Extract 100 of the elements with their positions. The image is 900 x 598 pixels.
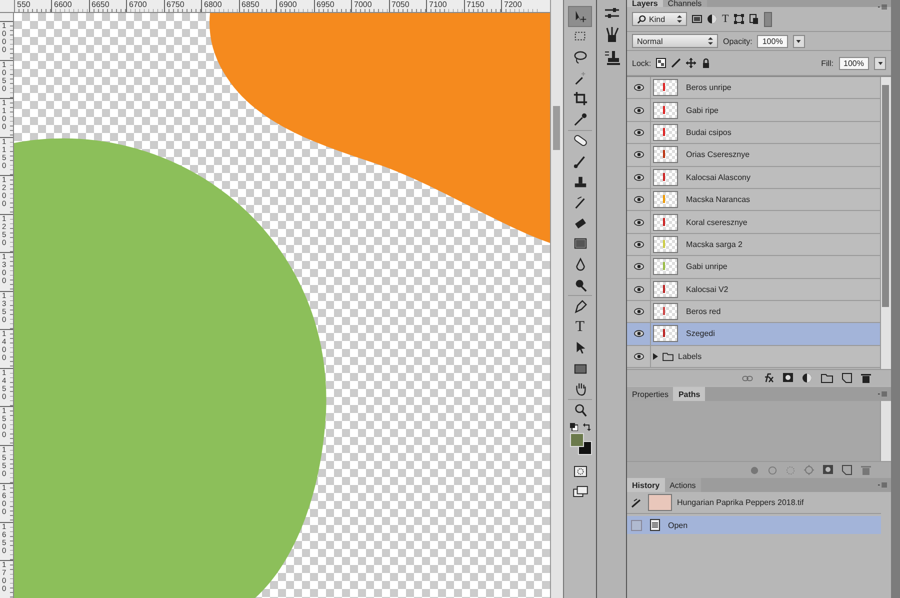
tool-button[interactable]: T: [568, 316, 592, 338]
fill-field[interactable]: 100%: [838, 56, 869, 70]
scrollbar-thumb[interactable]: [553, 106, 560, 150]
scrollbar[interactable]: [880, 401, 891, 461]
ruler-label: 6950: [314, 0, 351, 12]
color-swatches-icon[interactable]: [570, 432, 592, 455]
sliders-icon[interactable]: [604, 6, 620, 20]
eye-icon[interactable]: [634, 286, 644, 293]
layer-row[interactable]: Labels: [627, 346, 880, 368]
panel-tab[interactable]: Layers: [627, 0, 663, 7]
scrollbar[interactable]: [550, 0, 563, 598]
history-state[interactable]: Open: [627, 516, 881, 534]
eye-icon[interactable]: [634, 106, 644, 114]
blend-mode-dropdown[interactable]: Normal: [632, 34, 718, 48]
scrollbar[interactable]: [880, 77, 891, 369]
layer-row[interactable]: Beros red: [627, 300, 880, 324]
layer-row[interactable]: Kalocsai Alascony: [627, 166, 880, 189]
eye-icon[interactable]: [634, 352, 644, 360]
layer-row[interactable]: Beros unripe: [627, 77, 880, 100]
brush-icon[interactable]: [671, 58, 682, 68]
panel-tab[interactable]: Actions: [664, 478, 701, 492]
history-brush-icon: [572, 195, 588, 210]
default-colors-icon[interactable]: [570, 422, 578, 431]
crop-icon: [572, 91, 588, 106]
panel-menu-icon[interactable]: [878, 4, 887, 10]
ruler-label: 550: [15, 0, 51, 12]
layer-row[interactable]: Macska Narancas: [627, 188, 880, 212]
layer-row[interactable]: Gabi unripe: [627, 256, 880, 279]
ruler-label: 6900: [276, 0, 314, 12]
lock-label: Lock:: [632, 58, 652, 68]
scrollbar-thumb[interactable]: [882, 85, 889, 307]
ruler-label: 7000: [351, 0, 388, 12]
right-triangle-icon[interactable]: [653, 352, 658, 360]
link-icon[interactable]: [742, 374, 753, 382]
quick-mask-icon[interactable]: [574, 466, 586, 477]
opacity-label: Opacity:: [723, 36, 752, 46]
thumbnail: [648, 494, 672, 511]
eye-icon[interactable]: [634, 263, 644, 270]
eye-icon[interactable]: [634, 84, 644, 92]
move-arrows-icon[interactable]: [686, 58, 696, 68]
mask-icon[interactable]: [783, 373, 793, 383]
layer-row[interactable]: Gabi ripe: [627, 99, 880, 122]
new-path-icon[interactable]: [842, 465, 852, 475]
panel-tab[interactable]: History: [627, 478, 665, 492]
eye-icon[interactable]: [634, 218, 644, 226]
padlock-icon[interactable]: [701, 58, 712, 68]
swap-arrow-icon[interactable]: [583, 422, 591, 431]
image-icon[interactable]: [692, 14, 702, 24]
eye-icon[interactable]: [634, 174, 644, 181]
smart-object-icon[interactable]: [748, 14, 759, 24]
transform-icon[interactable]: [734, 14, 744, 24]
layer-row[interactable]: Macska sarga 2: [627, 234, 880, 256]
eye-icon[interactable]: [634, 196, 644, 204]
fill-menu-button[interactable]: [874, 56, 886, 70]
checker-lock-icon[interactable]: [656, 58, 666, 68]
layer-thumbnail: [653, 325, 678, 342]
eye-icon[interactable]: [634, 151, 644, 158]
eye-icon[interactable]: [634, 128, 644, 136]
filter-toggle[interactable]: [764, 12, 772, 26]
ruler-label: 7200: [501, 0, 538, 12]
layer-row[interactable]: Orias Cseresznye: [627, 144, 880, 167]
screen-mode-icon[interactable]: [572, 486, 588, 498]
layer-name: Orias Cseresznye: [686, 150, 750, 160]
opacity-menu-button[interactable]: [792, 34, 805, 48]
layer-thumbnail: [653, 214, 678, 231]
layer-row[interactable]: Budai csipos: [627, 122, 880, 144]
fx-icon[interactable]: [762, 373, 774, 383]
new-layer-icon[interactable]: [842, 373, 852, 383]
eye-icon[interactable]: [634, 308, 644, 316]
panel-menu-icon[interactable]: [878, 391, 887, 397]
brushes-cup-icon[interactable]: [604, 27, 620, 43]
layer-name: Koral cseresznye: [686, 218, 748, 227]
panel-tab[interactable]: Channels: [662, 0, 707, 7]
mask-icon[interactable]: [823, 465, 833, 475]
stamp-list-icon[interactable]: [604, 50, 620, 66]
type-filter-icon[interactable]: T: [722, 14, 729, 24]
filter-dropdown[interactable]: Kind: [632, 12, 687, 26]
folder-icon[interactable]: [821, 373, 833, 383]
half-circle-icon[interactable]: [802, 373, 812, 383]
dotted-circle-icon[interactable]: [786, 466, 795, 474]
eye-icon[interactable]: [634, 240, 644, 248]
layer-thumbnail: [653, 191, 678, 208]
history-state-label: Open: [668, 520, 688, 530]
layer-thumbnail: [653, 280, 678, 298]
half-circle-icon[interactable]: [707, 14, 717, 24]
layer-thumbnail: [653, 79, 678, 96]
layer-row[interactable]: Koral cseresznye: [627, 211, 880, 234]
history-brush-icon[interactable]: [631, 498, 643, 508]
snapshot-name[interactable]: Hungarian Paprika Peppers 2018.tif: [677, 498, 804, 507]
eye-icon[interactable]: [634, 330, 644, 338]
layer-thumbnail: [653, 102, 678, 119]
layer-row[interactable]: Kalocsai V2: [627, 278, 880, 301]
opacity-field[interactable]: 100%: [757, 34, 788, 48]
layer-name: Beros unripe: [686, 83, 732, 92]
caret-icon: [796, 40, 802, 42]
trash-icon[interactable]: [861, 373, 871, 383]
panel-menu-icon[interactable]: [878, 482, 887, 488]
panel-tab[interactable]: Paths: [673, 387, 706, 401]
panel-tab[interactable]: Properties: [627, 387, 674, 401]
layer-row[interactable]: Szegedi: [627, 323, 880, 346]
